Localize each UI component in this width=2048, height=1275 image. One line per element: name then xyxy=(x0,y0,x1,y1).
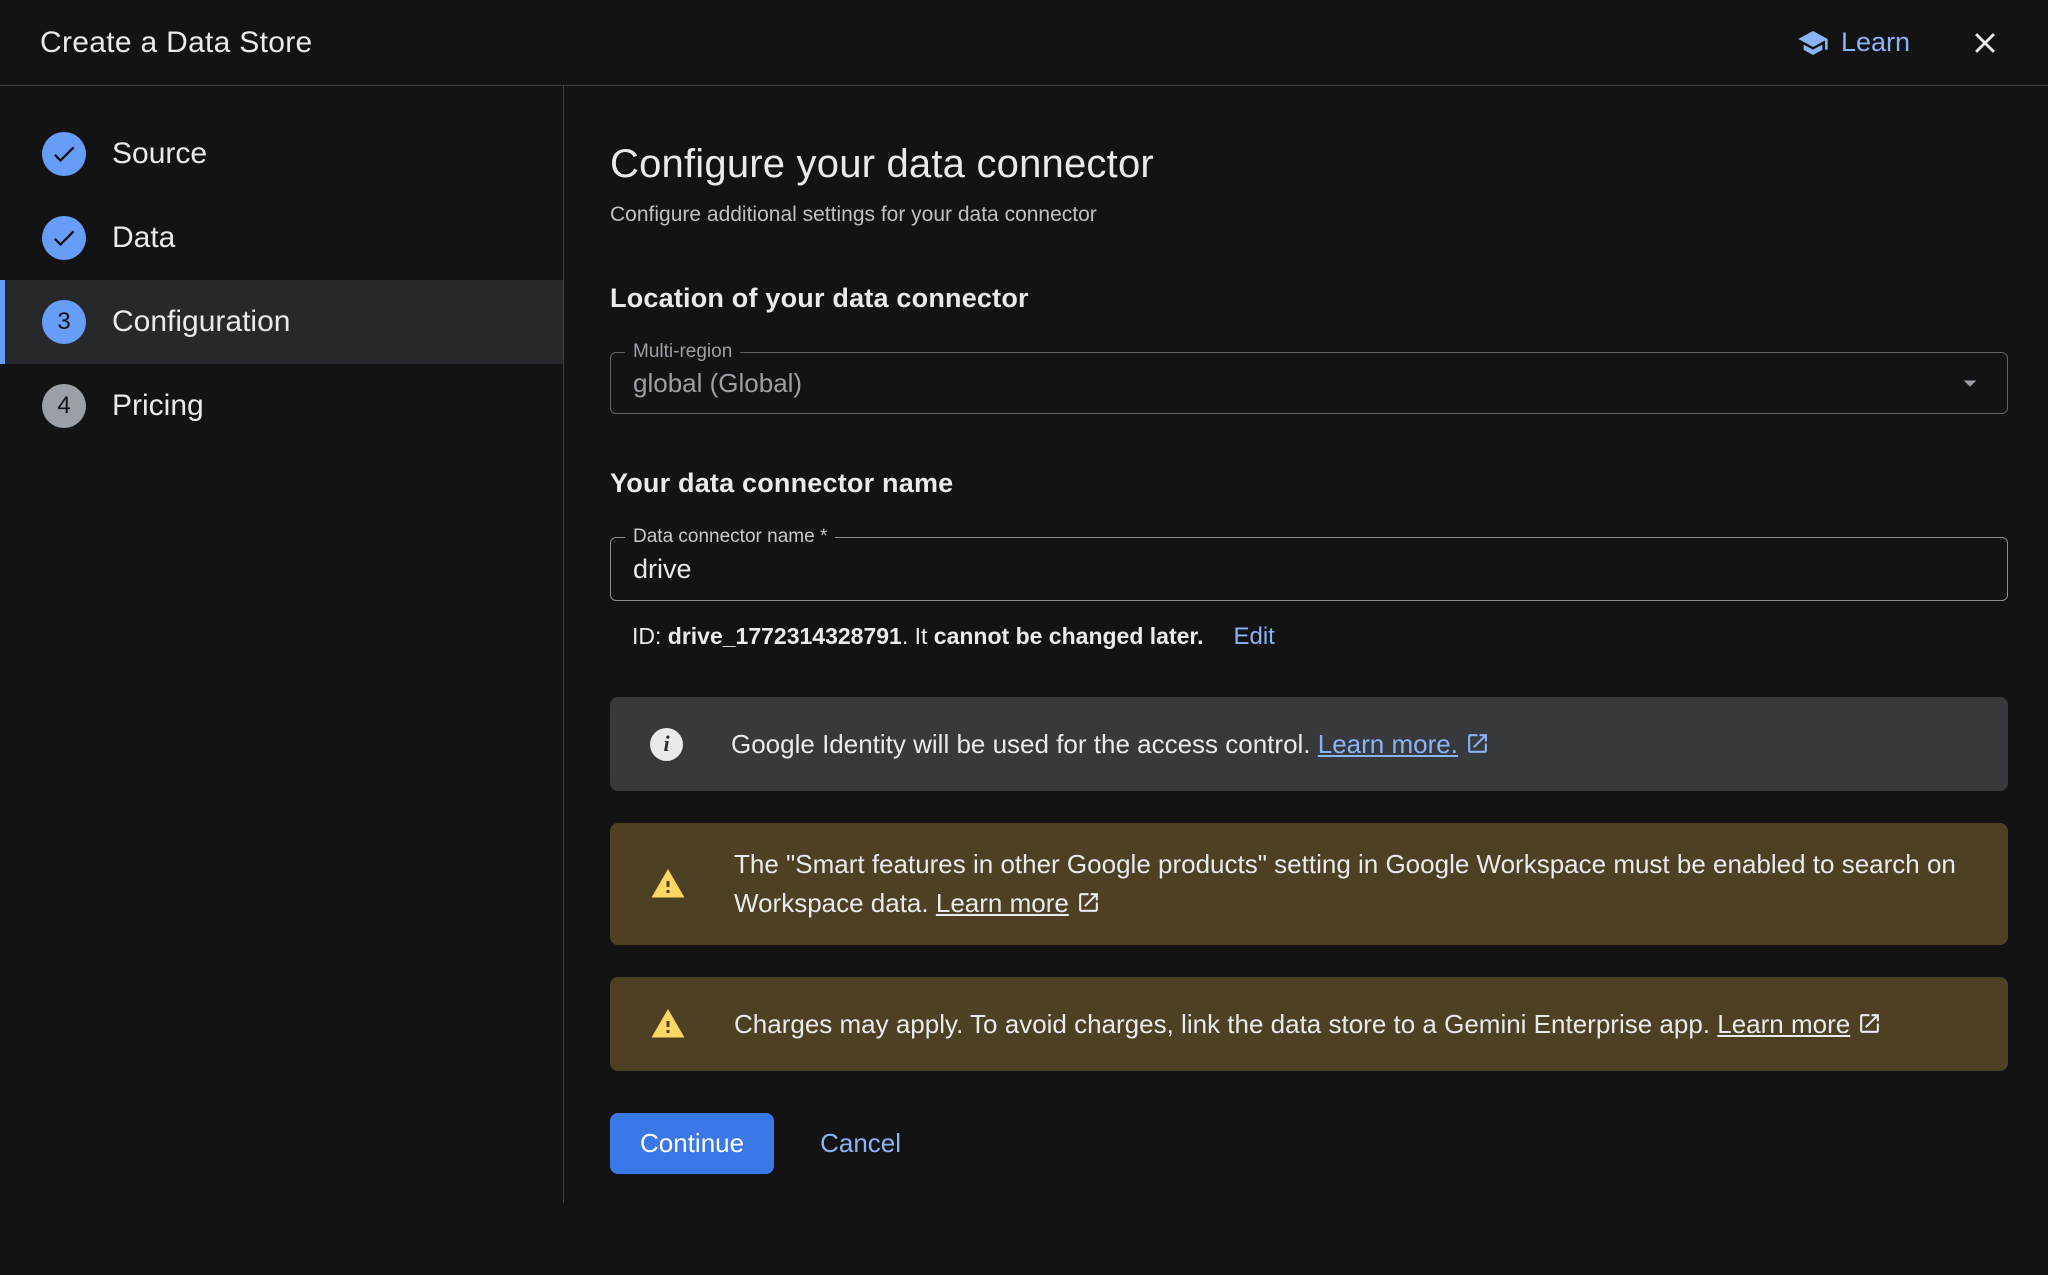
form-actions: Continue Cancel xyxy=(610,1113,2008,1174)
continue-button[interactable]: Continue xyxy=(610,1113,774,1174)
configuration-panel: Configure your data connector Configure … xyxy=(564,86,2048,1275)
step-label-data: Data xyxy=(112,221,175,255)
school-icon xyxy=(1797,27,1829,59)
multi-region-select: Multi-region global (Global) xyxy=(610,352,2008,414)
step-configuration[interactable]: 3 Configuration xyxy=(0,280,564,364)
step-data[interactable]: Data xyxy=(0,196,564,280)
multi-region-value: global (Global) xyxy=(633,368,802,399)
data-connector-name-input[interactable] xyxy=(633,554,1985,585)
info-banner-text: Google Identity will be used for the acc… xyxy=(731,725,1490,764)
step-label-configuration: Configuration xyxy=(112,305,290,339)
check-circle-icon xyxy=(42,216,86,260)
charges-learn-more-link[interactable]: Learn more xyxy=(1717,1009,1882,1039)
learn-label: Learn xyxy=(1841,27,1910,58)
dialog-header: Create a Data Store Learn xyxy=(0,0,2048,86)
close-button[interactable] xyxy=(1968,26,2002,60)
external-link-icon xyxy=(1850,1009,1882,1039)
charges-warning-banner: Charges may apply. To avoid charges, lin… xyxy=(610,977,2008,1071)
page-subtitle: Configure additional settings for your d… xyxy=(610,203,2008,227)
external-link-icon xyxy=(1458,729,1490,759)
info-learn-more-link[interactable]: Learn more. xyxy=(1318,729,1490,759)
info-icon: i xyxy=(650,728,683,761)
name-section-heading: Your data connector name xyxy=(610,468,2008,499)
dialog-body: Source Data 3 Configuration 4 Pricing Co… xyxy=(0,86,2048,1275)
charges-warning-text: Charges may apply. To avoid charges, lin… xyxy=(734,1005,1882,1044)
close-icon xyxy=(1968,48,2002,63)
workspace-warning-text: The "Smart features in other Google prod… xyxy=(734,845,1968,923)
step-number-icon: 4 xyxy=(42,384,86,428)
dropdown-arrow-icon xyxy=(1955,368,1985,398)
data-connector-name-label: Data connector name * xyxy=(625,526,835,548)
learn-link[interactable]: Learn xyxy=(1797,27,1910,59)
header-actions: Learn xyxy=(1797,26,2002,60)
step-label-source: Source xyxy=(112,137,207,171)
warning-icon xyxy=(650,866,686,902)
info-banner: i Google Identity will be used for the a… xyxy=(610,697,2008,791)
data-connector-name-field: Data connector name * xyxy=(610,537,2008,601)
multi-region-label: Multi-region xyxy=(625,341,740,363)
workspace-learn-more-link[interactable]: Learn more xyxy=(936,888,1101,918)
step-pricing[interactable]: 4 Pricing xyxy=(0,364,564,448)
location-section-heading: Location of your data connector xyxy=(610,283,2008,314)
connector-id-row: ID: drive_1772314328791. It cannot be ch… xyxy=(632,623,2008,651)
dialog-title: Create a Data Store xyxy=(40,26,313,60)
create-data-store-dialog: Create a Data Store Learn Source xyxy=(0,0,2048,1275)
cancel-button[interactable]: Cancel xyxy=(810,1113,911,1174)
page-title: Configure your data connector xyxy=(610,142,2008,187)
connector-id-text: ID: drive_1772314328791. It cannot be ch… xyxy=(632,623,1203,650)
step-source[interactable]: Source xyxy=(0,112,564,196)
step-number-icon: 3 xyxy=(42,300,86,344)
warning-icon xyxy=(650,1006,686,1042)
external-link-icon xyxy=(1069,888,1101,918)
stepper: Source Data 3 Configuration 4 Pricing xyxy=(0,86,564,1275)
workspace-warning-banner: The "Smart features in other Google prod… xyxy=(610,823,2008,945)
edit-link[interactable]: Edit xyxy=(1233,623,1274,651)
check-circle-icon xyxy=(42,132,86,176)
step-label-pricing: Pricing xyxy=(112,389,204,423)
